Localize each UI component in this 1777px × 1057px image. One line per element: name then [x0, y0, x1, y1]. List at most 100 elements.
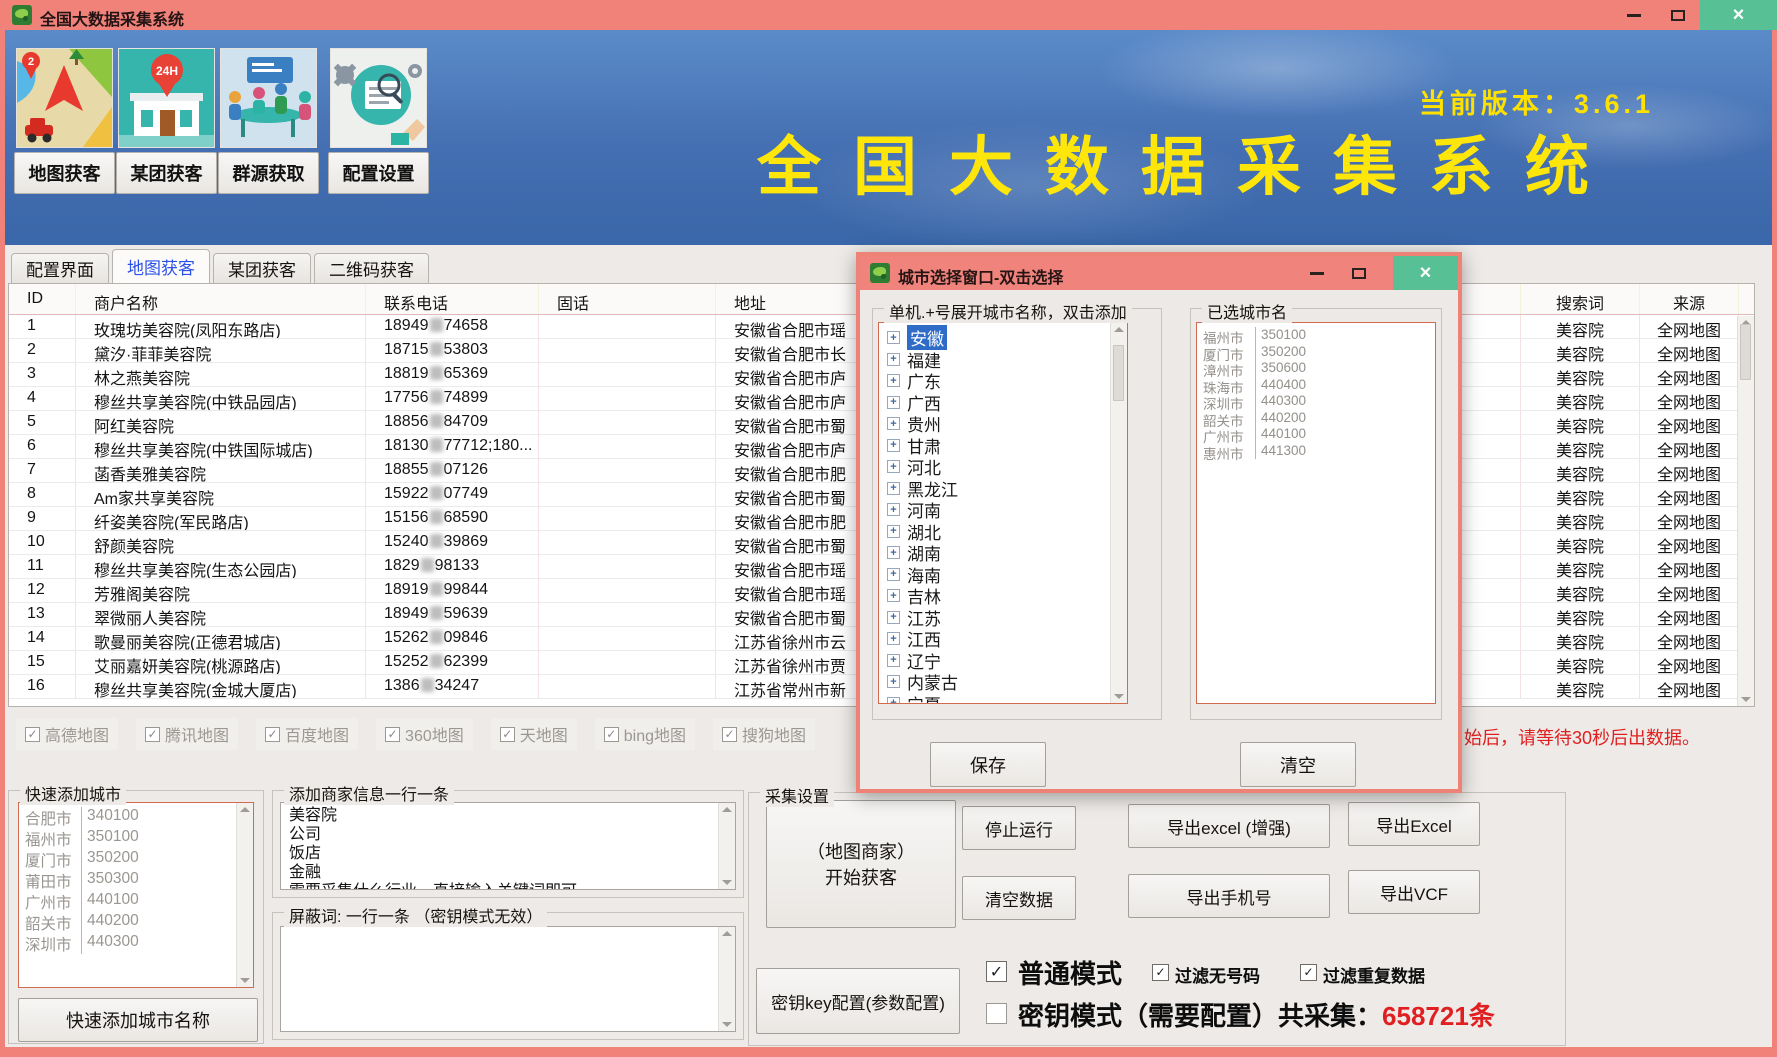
- tree-item-内蒙古[interactable]: +内蒙古: [879, 671, 1127, 693]
- scroll-down-icon: [240, 978, 250, 983]
- tree-item-海南[interactable]: +海南: [879, 564, 1127, 586]
- map-leads-label: 地图获客: [29, 160, 101, 186]
- column-header-联系电话[interactable]: 联系电话: [366, 284, 539, 314]
- tree-item-湖南[interactable]: +湖南: [879, 542, 1127, 564]
- start-collect-button[interactable]: （地图商家） 开始获客: [766, 800, 956, 928]
- expand-icon: +: [887, 589, 900, 602]
- filter-no-number-checkbox[interactable]: ✓: [1152, 963, 1169, 981]
- normal-mode-checkbox[interactable]: ✓: [986, 961, 1007, 982]
- column-header-来源[interactable]: 来源: [1640, 284, 1739, 314]
- meituan-leads-image[interactable]: 24H: [118, 48, 215, 148]
- dialog-close-button[interactable]: ×: [1393, 256, 1458, 290]
- tree-item-宁夏[interactable]: +宁夏: [879, 693, 1127, 705]
- selected-city-item[interactable]: 深圳市440300: [1197, 393, 1435, 410]
- settings-image[interactable]: [330, 48, 427, 148]
- key-config-button[interactable]: 密钥key配置(参数配置): [756, 968, 960, 1034]
- block-words-input[interactable]: [280, 926, 736, 1032]
- tab-某团获客[interactable]: 某团获客: [213, 253, 311, 283]
- map-source-checkbox-搜狗地图[interactable]: ✓搜狗地图: [713, 718, 815, 750]
- column-header-ID[interactable]: ID: [9, 284, 76, 314]
- settings-button[interactable]: 配置设置: [328, 152, 429, 194]
- total-collected-value: 658721条: [1382, 996, 1495, 1033]
- tree-item-江苏[interactable]: +江苏: [879, 607, 1127, 629]
- column-header-商户名称[interactable]: 商户名称: [76, 284, 366, 314]
- cell-联系电话: 1592207749: [366, 483, 539, 506]
- filter-duplicate-checkbox[interactable]: ✓: [1300, 963, 1317, 981]
- tree-item-广西[interactable]: +广西: [879, 392, 1127, 414]
- quick-city-item[interactable]: 福州市350100: [19, 828, 253, 849]
- province-tree[interactable]: +安徽+福建+广东+广西+贵州+甘肃+河北+黑龙江+河南+湖北+湖南+海南+吉林…: [878, 322, 1128, 704]
- map-source-checkbox-bing地图[interactable]: ✓bing地图: [595, 718, 695, 750]
- tree-item-安徽[interactable]: +安徽: [879, 327, 1127, 349]
- clear-data-button[interactable]: 清空数据: [962, 876, 1076, 920]
- tree-item-辽宁[interactable]: +辽宁: [879, 650, 1127, 672]
- meituan-leads-button[interactable]: 某团获客: [116, 152, 217, 194]
- export-excel-enhanced-button[interactable]: 导出excel (增强): [1128, 804, 1330, 848]
- tab-二维码获客[interactable]: 二维码获客: [314, 253, 429, 283]
- dialog-minimize-button[interactable]: [1297, 256, 1337, 290]
- quick-city-item[interactable]: 深圳市440300: [19, 933, 253, 954]
- selected-city-item[interactable]: 福州市350100: [1197, 327, 1435, 344]
- tree-item-甘肃[interactable]: +甘肃: [879, 435, 1127, 457]
- tree-scroll-thumb[interactable]: [1113, 345, 1124, 401]
- block-words-scrollbar[interactable]: [718, 927, 735, 1031]
- city-name: 漳州市: [1203, 360, 1255, 377]
- tab-地图获客[interactable]: 地图获客: [112, 249, 210, 283]
- tree-item-福建[interactable]: +福建: [879, 349, 1127, 371]
- export-vcf-button[interactable]: 导出VCF: [1348, 870, 1480, 914]
- quick-city-item[interactable]: 莆田市350300: [19, 870, 253, 891]
- quick-add-city-button[interactable]: 快速添加城市名称: [18, 998, 258, 1042]
- map-source-checkbox-天地图[interactable]: ✓天地图: [491, 718, 577, 750]
- clear-button[interactable]: 清空: [1240, 742, 1356, 787]
- map-leads-image[interactable]: 2: [16, 48, 113, 148]
- export-excel-button[interactable]: 导出Excel: [1348, 802, 1480, 846]
- stop-run-button[interactable]: 停止运行: [962, 806, 1076, 850]
- close-button[interactable]: ×: [1700, 0, 1777, 30]
- selected-city-item[interactable]: 韶关市440200: [1197, 410, 1435, 427]
- key-mode-checkbox[interactable]: [986, 1003, 1007, 1029]
- merchant-keywords-input[interactable]: 美容院公司饭店金融需要采集什么行业，直接输入关键词即可: [280, 802, 736, 890]
- merchant-keyword-lines: 美容院公司饭店金融需要采集什么行业，直接输入关键词即可: [281, 803, 735, 890]
- tree-item-吉林[interactable]: +吉林: [879, 585, 1127, 607]
- map-leads-button[interactable]: 地图获客: [14, 152, 115, 194]
- selected-cities-list[interactable]: 福州市350100厦门市350200漳州市350600珠海市440400深圳市4…: [1196, 322, 1436, 704]
- tree-item-广东[interactable]: +广东: [879, 370, 1127, 392]
- cell-搜索词: 美容院: [1521, 579, 1640, 602]
- merchant-scrollbar[interactable]: [718, 803, 735, 889]
- quick-city-scrollbar[interactable]: [236, 803, 253, 987]
- city-name: 深圳市: [1203, 393, 1255, 410]
- tab-配置界面[interactable]: 配置界面: [11, 253, 109, 283]
- selected-city-item[interactable]: 厦门市350200: [1197, 344, 1435, 361]
- quick-city-list[interactable]: 合肥市340100福州市350100厦门市350200莆田市350300广州市4…: [18, 802, 254, 988]
- quick-city-item[interactable]: 合肥市340100: [19, 807, 253, 828]
- save-button[interactable]: 保存: [930, 742, 1046, 787]
- tree-item-黑龙江[interactable]: +黑龙江: [879, 478, 1127, 500]
- tree-item-河北[interactable]: +河北: [879, 456, 1127, 478]
- column-header-固话[interactable]: 固话: [539, 284, 716, 314]
- selected-city-item[interactable]: 珠海市440400: [1197, 377, 1435, 394]
- map-source-checkbox-百度地图[interactable]: ✓百度地图: [256, 718, 358, 750]
- group-source-button[interactable]: 群源获取: [218, 152, 319, 194]
- selected-city-item[interactable]: 惠州市441300: [1197, 443, 1435, 460]
- dialog-maximize-button[interactable]: [1339, 256, 1379, 290]
- selected-city-item[interactable]: 广州市440100: [1197, 426, 1435, 443]
- maximize-button[interactable]: [1656, 0, 1700, 30]
- tree-item-河南[interactable]: +河南: [879, 499, 1127, 521]
- tree-item-贵州[interactable]: +贵州: [879, 413, 1127, 435]
- map-source-checkbox-腾讯地图[interactable]: ✓腾讯地图: [136, 718, 238, 750]
- selected-city-item[interactable]: 漳州市350600: [1197, 360, 1435, 377]
- tree-item-江西[interactable]: +江西: [879, 628, 1127, 650]
- quick-city-item[interactable]: 厦门市350200: [19, 849, 253, 870]
- quick-city-item[interactable]: 广州市440100: [19, 891, 253, 912]
- export-phone-button[interactable]: 导出手机号: [1128, 874, 1330, 918]
- map-source-checkbox-360地图[interactable]: ✓360地图: [376, 718, 473, 750]
- minimize-button[interactable]: [1612, 0, 1656, 30]
- map-source-checkbox-高德地图[interactable]: ✓高德地图: [16, 718, 118, 750]
- expand-icon: +: [887, 331, 900, 344]
- dialog-icon: [870, 263, 890, 283]
- column-header-搜索词[interactable]: 搜索词: [1521, 284, 1640, 314]
- table-scroll-thumb[interactable]: [1740, 324, 1751, 380]
- quick-city-item[interactable]: 韶关市440200: [19, 912, 253, 933]
- group-source-image[interactable]: [220, 48, 317, 148]
- tree-item-湖北[interactable]: +湖北: [879, 521, 1127, 543]
